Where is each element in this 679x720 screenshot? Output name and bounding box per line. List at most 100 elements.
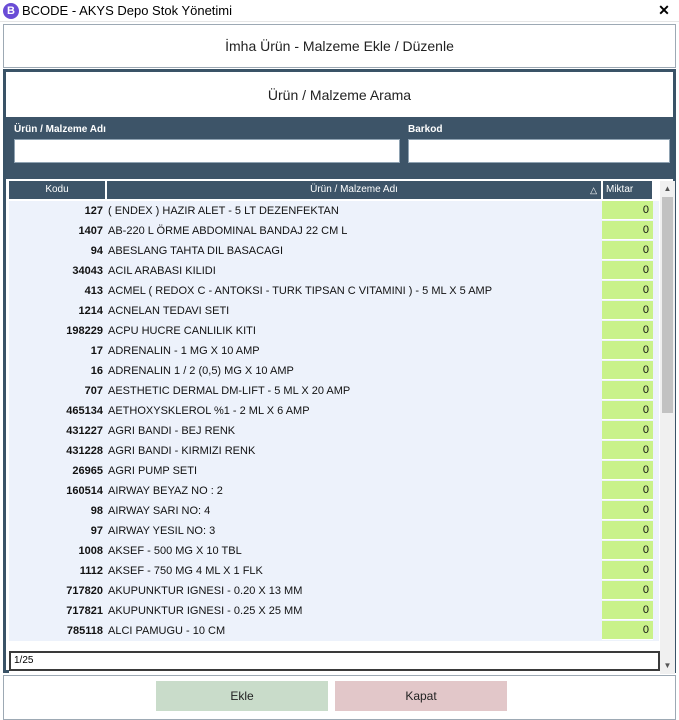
table-row[interactable]: 413 ACMEL ( REDOX C - ANTOKSI - TURK TIPS… bbox=[9, 281, 659, 301]
table-row[interactable]: 717821 AKUPUNKTUR IGNESI - 0.25 X 25 MM 0 bbox=[9, 601, 659, 621]
table-row[interactable]: 1008 AKSEF - 500 MG X 10 TBL 0 bbox=[9, 541, 659, 561]
cell-qty[interactable]: 0 bbox=[602, 381, 653, 400]
table-row[interactable]: 198229 ACPU HUCRE CANLILIK KITI 0 bbox=[9, 321, 659, 341]
close-button[interactable]: Kapat bbox=[335, 681, 507, 711]
table-row[interactable]: 1112 AKSEF - 750 MG 4 ML X 1 FLK 0 bbox=[9, 561, 659, 581]
cell-qty[interactable]: 0 bbox=[602, 621, 653, 640]
cell-qty[interactable]: 0 bbox=[602, 261, 653, 280]
cell-code: 16 bbox=[90, 365, 103, 377]
cell-qty[interactable]: 0 bbox=[602, 401, 653, 420]
cell-name: AETHOXYSKLEROL %1 - 2 ML X 6 AMP bbox=[108, 405, 310, 417]
grid-header: Kodu Ürün / Malzeme Adı △ Miktar bbox=[9, 181, 659, 199]
table-row[interactable]: 94 ABESLANG TAHTA DIL BASACAGI 0 bbox=[9, 241, 659, 261]
table-row[interactable]: 17 ADRENALIN - 1 MG X 10 AMP 0 bbox=[9, 341, 659, 361]
cell-name: AB-220 L ÖRME ABDOMINAL BANDAJ 22 CM L bbox=[108, 225, 348, 237]
cell-name: AGRI BANDI - BEJ RENK bbox=[108, 425, 236, 437]
cell-code: 94 bbox=[90, 245, 103, 257]
table-row[interactable]: 16 ADRENALIN 1 / 2 (0,5) MG X 10 AMP 0 bbox=[9, 361, 659, 381]
cell-code: 465134 bbox=[66, 405, 103, 417]
cell-name: AIRWAY YESIL NO: 3 bbox=[108, 525, 216, 537]
column-header-code-label: Kodu bbox=[45, 184, 69, 195]
table-row[interactable]: 160514 AIRWAY BEYAZ NO : 2 0 bbox=[9, 481, 659, 501]
cell-qty[interactable]: 0 bbox=[602, 481, 653, 500]
column-header-qty[interactable]: Miktar bbox=[603, 181, 653, 199]
cell-code: 17 bbox=[90, 345, 103, 357]
vertical-scrollbar[interactable]: ▲ ▼ bbox=[660, 181, 675, 674]
product-grid: Kodu Ürün / Malzeme Adı △ Miktar 127 ( EN… bbox=[9, 181, 675, 674]
cell-name: ACIL ARABASI KILIDI bbox=[108, 265, 216, 277]
table-row[interactable]: 98 AIRWAY SARI NO: 4 0 bbox=[9, 501, 659, 521]
cell-name: ABESLANG TAHTA DIL BASACAGI bbox=[108, 245, 284, 257]
cell-code: 707 bbox=[84, 385, 103, 397]
title-bar: B BCODE - AKYS Depo Stok Yönetimi ✕ bbox=[0, 0, 679, 22]
cell-qty[interactable]: 0 bbox=[602, 341, 653, 360]
cell-code: 26965 bbox=[72, 465, 103, 477]
cell-qty[interactable]: 0 bbox=[602, 221, 653, 240]
cell-name: ( ENDEX ) HAZIR ALET - 5 LT DEZENFEKTAN bbox=[108, 205, 339, 217]
scroll-down-icon[interactable]: ▼ bbox=[660, 658, 675, 674]
table-row[interactable]: 465134 AETHOXYSKLEROL %1 - 2 ML X 6 AMP 0 bbox=[9, 401, 659, 421]
cell-name: AGRI BANDI - KIRMIZI RENK bbox=[108, 445, 256, 457]
cell-name: AKUPUNKTUR IGNESI - 0.25 X 25 MM bbox=[108, 605, 303, 617]
table-row[interactable]: 97 AIRWAY YESIL NO: 3 0 bbox=[9, 521, 659, 541]
name-search-input[interactable] bbox=[14, 139, 400, 163]
cell-code: 1008 bbox=[78, 545, 103, 557]
column-header-code[interactable]: Kodu bbox=[9, 181, 106, 199]
scroll-up-icon[interactable]: ▲ bbox=[660, 181, 675, 197]
barcode-search-input[interactable] bbox=[408, 139, 670, 163]
cell-name: ACPU HUCRE CANLILIK KITI bbox=[108, 325, 256, 337]
add-button[interactable]: Ekle bbox=[156, 681, 328, 711]
cell-qty[interactable]: 0 bbox=[602, 201, 653, 220]
app-logo-icon: B bbox=[3, 3, 19, 19]
cell-name: AKSEF - 500 MG X 10 TBL bbox=[108, 545, 242, 557]
dialog-footer: Ekle Kapat bbox=[3, 675, 676, 720]
cell-name: ADRENALIN 1 / 2 (0,5) MG X 10 AMP bbox=[108, 365, 294, 377]
cell-name: AGRI PUMP SETI bbox=[108, 465, 198, 477]
cell-qty[interactable]: 0 bbox=[602, 461, 653, 480]
scroll-thumb[interactable] bbox=[662, 197, 673, 413]
page-indicator: 1/25 bbox=[9, 651, 660, 671]
table-row[interactable]: 127 ( ENDEX ) HAZIR ALET - 5 LT DEZENFEKT… bbox=[9, 201, 659, 221]
cell-qty[interactable]: 0 bbox=[602, 241, 653, 260]
cell-qty[interactable]: 0 bbox=[602, 501, 653, 520]
cell-name: AESTHETIC DERMAL DM-LIFT - 5 ML X 20 AMP bbox=[108, 385, 351, 397]
column-header-name[interactable]: Ürün / Malzeme Adı △ bbox=[107, 181, 602, 199]
cell-code: 413 bbox=[84, 285, 103, 297]
cell-qty[interactable]: 0 bbox=[602, 321, 653, 340]
sort-ascending-icon: △ bbox=[590, 185, 597, 195]
cell-qty[interactable]: 0 bbox=[602, 441, 653, 460]
cell-name: ACMEL ( REDOX C - ANTOKSI - TURK TIPSAN … bbox=[108, 285, 493, 297]
cell-qty[interactable]: 0 bbox=[602, 361, 653, 380]
close-window-button[interactable]: ✕ bbox=[649, 0, 679, 22]
cell-code: 431228 bbox=[66, 445, 103, 457]
search-frame: Ürün / Malzeme Arama Ürün / Malzeme Adı … bbox=[3, 69, 676, 674]
cell-code: 97 bbox=[90, 525, 103, 537]
cell-qty[interactable]: 0 bbox=[602, 541, 653, 560]
cell-code: 34043 bbox=[72, 265, 103, 277]
table-row[interactable]: 1407 AB-220 L ÖRME ABDOMINAL BANDAJ 22 CM… bbox=[9, 221, 659, 241]
cell-qty[interactable]: 0 bbox=[602, 421, 653, 440]
table-row[interactable]: 707 AESTHETIC DERMAL DM-LIFT - 5 ML X 20 … bbox=[9, 381, 659, 401]
dialog-title: İmha Ürün - Malzeme Ekle / Düzenle bbox=[3, 24, 676, 68]
table-row[interactable]: 26965 AGRI PUMP SETI 0 bbox=[9, 461, 659, 481]
table-row[interactable]: 431228 AGRI BANDI - KIRMIZI RENK 0 bbox=[9, 441, 659, 461]
cell-qty[interactable]: 0 bbox=[602, 561, 653, 580]
table-row[interactable]: 34043 ACIL ARABASI KILIDI 0 bbox=[9, 261, 659, 281]
cell-qty[interactable]: 0 bbox=[602, 581, 653, 600]
table-row[interactable]: 785118 ALCI PAMUGU - 10 CM 0 bbox=[9, 621, 659, 641]
cell-code: 1112 bbox=[79, 565, 103, 577]
cell-name: ADRENALIN - 1 MG X 10 AMP bbox=[108, 345, 260, 357]
cell-name: ACNELAN TEDAVI SETI bbox=[108, 305, 230, 317]
cell-qty[interactable]: 0 bbox=[602, 521, 653, 540]
cell-qty[interactable]: 0 bbox=[602, 301, 653, 320]
table-row[interactable]: 431227 AGRI BANDI - BEJ RENK 0 bbox=[9, 421, 659, 441]
cell-qty[interactable]: 0 bbox=[602, 601, 653, 620]
cell-name: AIRWAY BEYAZ NO : 2 bbox=[108, 485, 223, 497]
cell-qty[interactable]: 0 bbox=[602, 281, 653, 300]
table-row[interactable]: 1214 ACNELAN TEDAVI SETI 0 bbox=[9, 301, 659, 321]
name-field-label: Ürün / Malzeme Adı bbox=[14, 124, 106, 135]
table-row[interactable]: 717820 AKUPUNKTUR IGNESI - 0.20 X 13 MM 0 bbox=[9, 581, 659, 601]
cell-code: 785118 bbox=[66, 625, 103, 637]
cell-code: 98 bbox=[90, 505, 103, 517]
column-header-qty-label: Miktar bbox=[606, 184, 634, 195]
